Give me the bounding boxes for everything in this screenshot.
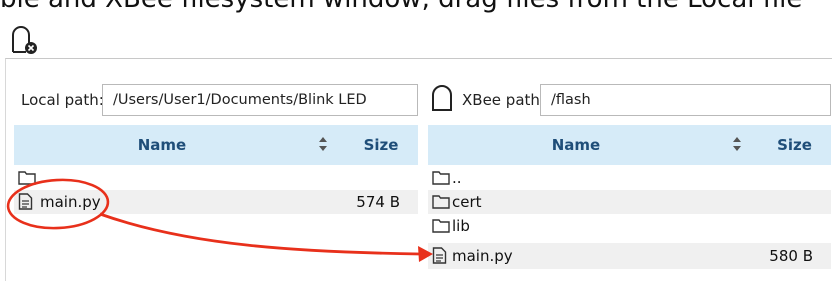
folder-icon — [432, 171, 450, 185]
xbee-name-column-header[interactable]: Name — [428, 125, 724, 165]
local-row-size: 574 B — [356, 193, 400, 211]
xbee-row-cert[interactable]: cert — [428, 190, 831, 214]
folder-icon — [432, 195, 450, 209]
xbee-row-name: .. — [452, 169, 462, 187]
xbee-row-name: main.py — [452, 247, 513, 265]
local-row-parent-folder[interactable] — [14, 166, 418, 190]
xbee-row-main-py[interactable]: main.py 580 B — [428, 243, 831, 269]
xbee-row-lib[interactable]: lib — [428, 214, 831, 238]
xbee-row-parent-folder[interactable]: .. — [428, 166, 831, 190]
local-row-name: main.py — [40, 193, 101, 211]
xbee-table-header: Name Size — [428, 125, 831, 165]
sort-icon[interactable] — [318, 136, 328, 152]
local-path-field[interactable]: /Users/User1/Documents/Blink LED — [102, 84, 418, 116]
local-row-main-py[interactable]: main.py 574 B — [14, 190, 418, 214]
xbee-device-icon — [432, 85, 452, 111]
xbee-row-size: 580 B — [769, 247, 813, 265]
sort-icon[interactable] — [732, 136, 742, 152]
folder-icon — [432, 219, 450, 233]
xbee-row-name: cert — [452, 193, 482, 211]
xbee-row-name: lib — [452, 217, 470, 235]
local-table-header: Name Size — [14, 125, 418, 165]
disconnected-device-icon[interactable] — [10, 25, 40, 55]
xbee-path-label: XBee path: — [462, 91, 545, 109]
local-path-label: Local path: — [21, 91, 104, 109]
folder-icon — [18, 171, 36, 185]
local-name-column-header[interactable]: Name — [14, 125, 310, 165]
file-icon — [432, 247, 447, 264]
file-icon — [18, 193, 33, 210]
cropped-caption-text: ble and XBee filesystem window, drag fil… — [0, 0, 837, 13]
xbee-path-field[interactable]: /flash — [540, 84, 831, 116]
local-size-column-header[interactable]: Size — [344, 125, 418, 165]
xbee-size-column-header[interactable]: Size — [758, 125, 831, 165]
